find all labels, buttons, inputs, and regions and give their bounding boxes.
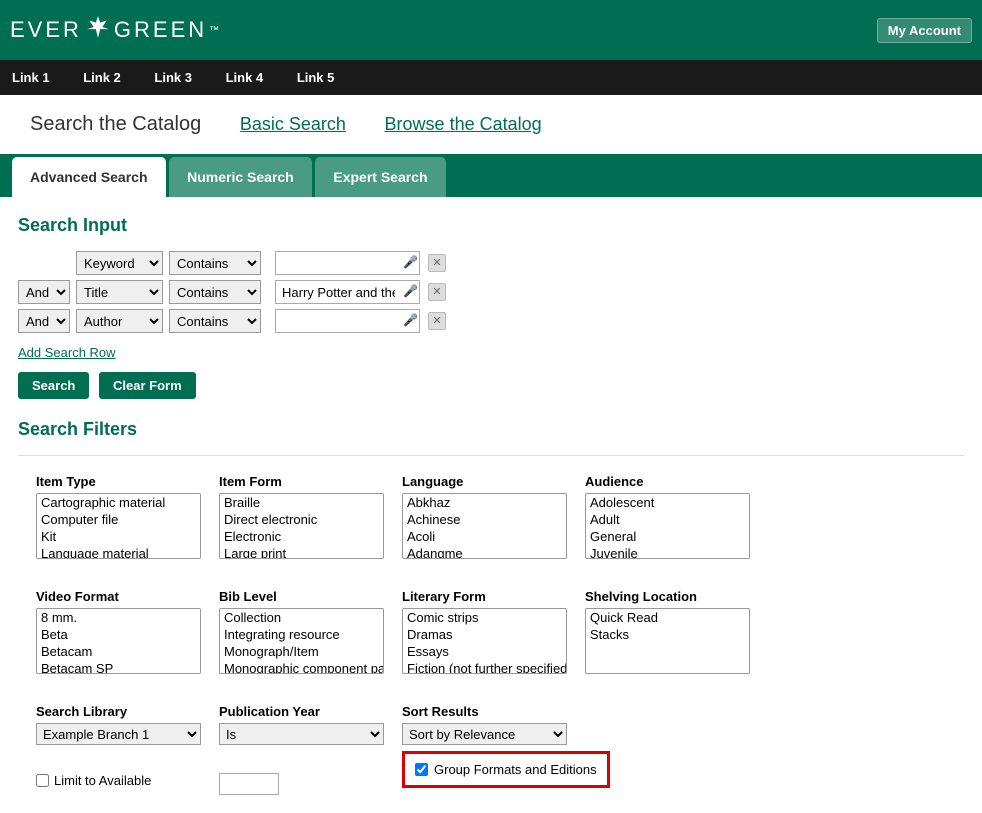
mic-icon: 🎤 xyxy=(403,255,418,269)
filter-listbox[interactable]: BrailleDirect electronicElectronicLarge … xyxy=(219,493,384,559)
filter-col: Literary Form Comic stripsDramasEssaysFic… xyxy=(402,589,567,674)
match-select[interactable]: ContainsStarts withExact xyxy=(169,280,261,304)
search-button[interactable]: Search xyxy=(18,372,89,399)
search-row: KeywordTitleAuthorSubjectSeriesContainsS… xyxy=(18,251,964,275)
leaf-icon xyxy=(85,14,111,46)
page-title: Search the Catalog xyxy=(30,113,201,135)
search-library-label: Search Library xyxy=(36,704,201,719)
clear-form-button[interactable]: Clear Form xyxy=(99,372,196,399)
limit-available-label: Limit to Available xyxy=(54,773,151,788)
limit-available-checkbox[interactable] xyxy=(36,774,49,787)
tab-expert-search[interactable]: Expert Search xyxy=(315,157,445,197)
filter-label: Literary Form xyxy=(402,589,567,604)
mic-icon: 🎤 xyxy=(403,284,418,298)
header: EVER GREEN ™ My Account xyxy=(0,0,982,60)
filter-label: Video Format xyxy=(36,589,201,604)
bool-select[interactable]: AndOr xyxy=(18,280,70,304)
remove-row-button[interactable]: ✕ xyxy=(428,312,446,330)
search-term-input[interactable] xyxy=(275,280,420,304)
filter-listbox[interactable]: Cartographic materialComputer fileKitLan… xyxy=(36,493,201,559)
search-library-select[interactable]: Example Branch 1 xyxy=(36,723,201,745)
filter-listbox[interactable]: AbkhazAchineseAcoliAdangme xyxy=(402,493,567,559)
search-filters-heading: Search Filters xyxy=(18,419,964,440)
filter-listbox[interactable]: CollectionIntegrating resourceMonograph/… xyxy=(219,608,384,674)
search-rows: KeywordTitleAuthorSubjectSeriesContainsS… xyxy=(18,251,964,333)
bottom-row: Search Library Example Branch 1 Limit to… xyxy=(18,704,964,795)
group-formats-checkbox[interactable] xyxy=(415,763,428,776)
search-row: AndOrKeywordTitleAuthorSubjectSeriesCont… xyxy=(18,309,964,333)
filter-label: Language xyxy=(402,474,567,489)
nav-link-1[interactable]: Link 1 xyxy=(12,70,50,85)
filter-col: Item Type Cartographic materialComputer f… xyxy=(36,474,201,559)
mic-icon: 🎤 xyxy=(403,313,418,327)
tabbar: Advanced Search Numeric Search Expert Se… xyxy=(0,154,982,197)
nav-link-3[interactable]: Link 3 xyxy=(154,70,192,85)
field-select[interactable]: KeywordTitleAuthorSubjectSeries xyxy=(76,280,163,304)
filter-col: Language AbkhazAchineseAcoliAdangme xyxy=(402,474,567,559)
sort-results-select[interactable]: Sort by Relevance xyxy=(402,723,567,745)
group-formats-label: Group Formats and Editions xyxy=(434,762,597,777)
filter-col: Video Format 8 mm.BetaBetacamBetacam SP xyxy=(36,589,201,674)
filter-col: Item Form BrailleDirect electronicElectro… xyxy=(219,474,384,559)
nav-link-4[interactable]: Link 4 xyxy=(226,70,264,85)
filter-listbox[interactable]: AdolescentAdultGeneralJuvenile xyxy=(585,493,750,559)
divider xyxy=(18,455,964,456)
navbar: Link 1 Link 2 Link 3 Link 4 Link 5 xyxy=(0,60,982,95)
filter-label: Item Type xyxy=(36,474,201,489)
filter-label: Bib Level xyxy=(219,589,384,604)
my-account-button[interactable]: My Account xyxy=(877,18,972,43)
filter-label: Shelving Location xyxy=(585,589,750,604)
filter-listbox[interactable]: Comic stripsDramasEssaysFiction (not fur… xyxy=(402,608,567,674)
group-formats-highlight: Group Formats and Editions xyxy=(402,751,610,788)
field-select[interactable]: KeywordTitleAuthorSubjectSeries xyxy=(76,251,163,275)
filter-col: Audience AdolescentAdultGeneralJuvenile xyxy=(585,474,750,559)
tab-numeric-search[interactable]: Numeric Search xyxy=(169,157,312,197)
filter-col: Bib Level CollectionIntegrating resourceM… xyxy=(219,589,384,674)
add-search-row-link[interactable]: Add Search Row xyxy=(18,345,116,360)
search-input-heading: Search Input xyxy=(18,215,964,236)
logo: EVER GREEN ™ xyxy=(10,14,222,46)
search-row: AndOrKeywordTitleAuthorSubjectSeriesCont… xyxy=(18,280,964,304)
pub-year-select[interactable]: Is xyxy=(219,723,384,745)
filter-label: Item Form xyxy=(219,474,384,489)
search-term-input[interactable] xyxy=(275,309,420,333)
pub-year-label: Publication Year xyxy=(219,704,384,719)
pub-year-input[interactable] xyxy=(219,773,279,795)
basic-search-link[interactable]: Basic Search xyxy=(240,114,346,134)
subnav: Search the Catalog Basic Search Browse t… xyxy=(0,95,982,154)
nav-link-5[interactable]: Link 5 xyxy=(297,70,335,85)
filter-listbox[interactable]: 8 mm.BetaBetacamBetacam SP xyxy=(36,608,201,674)
nav-link-2[interactable]: Link 2 xyxy=(83,70,121,85)
field-select[interactable]: KeywordTitleAuthorSubjectSeries xyxy=(76,309,163,333)
search-term-input[interactable] xyxy=(275,251,420,275)
remove-row-button[interactable]: ✕ xyxy=(428,283,446,301)
bool-select[interactable]: AndOr xyxy=(18,309,70,333)
match-select[interactable]: ContainsStarts withExact xyxy=(169,251,261,275)
filter-label: Audience xyxy=(585,474,750,489)
match-select[interactable]: ContainsStarts withExact xyxy=(169,309,261,333)
filter-row-b: Video Format 8 mm.BetaBetacamBetacam SP Bi… xyxy=(18,589,964,674)
sort-results-label: Sort Results xyxy=(402,704,612,719)
filter-listbox[interactable]: Quick ReadStacks xyxy=(585,608,750,674)
filter-col: Shelving Location Quick ReadStacks xyxy=(585,589,750,674)
browse-catalog-link[interactable]: Browse the Catalog xyxy=(385,114,542,134)
remove-row-button[interactable]: ✕ xyxy=(428,254,446,272)
tab-advanced-search[interactable]: Advanced Search xyxy=(12,157,166,197)
main: Search Input KeywordTitleAuthorSubjectSe… xyxy=(0,197,982,813)
filter-row-a: Item Type Cartographic materialComputer f… xyxy=(18,474,964,559)
